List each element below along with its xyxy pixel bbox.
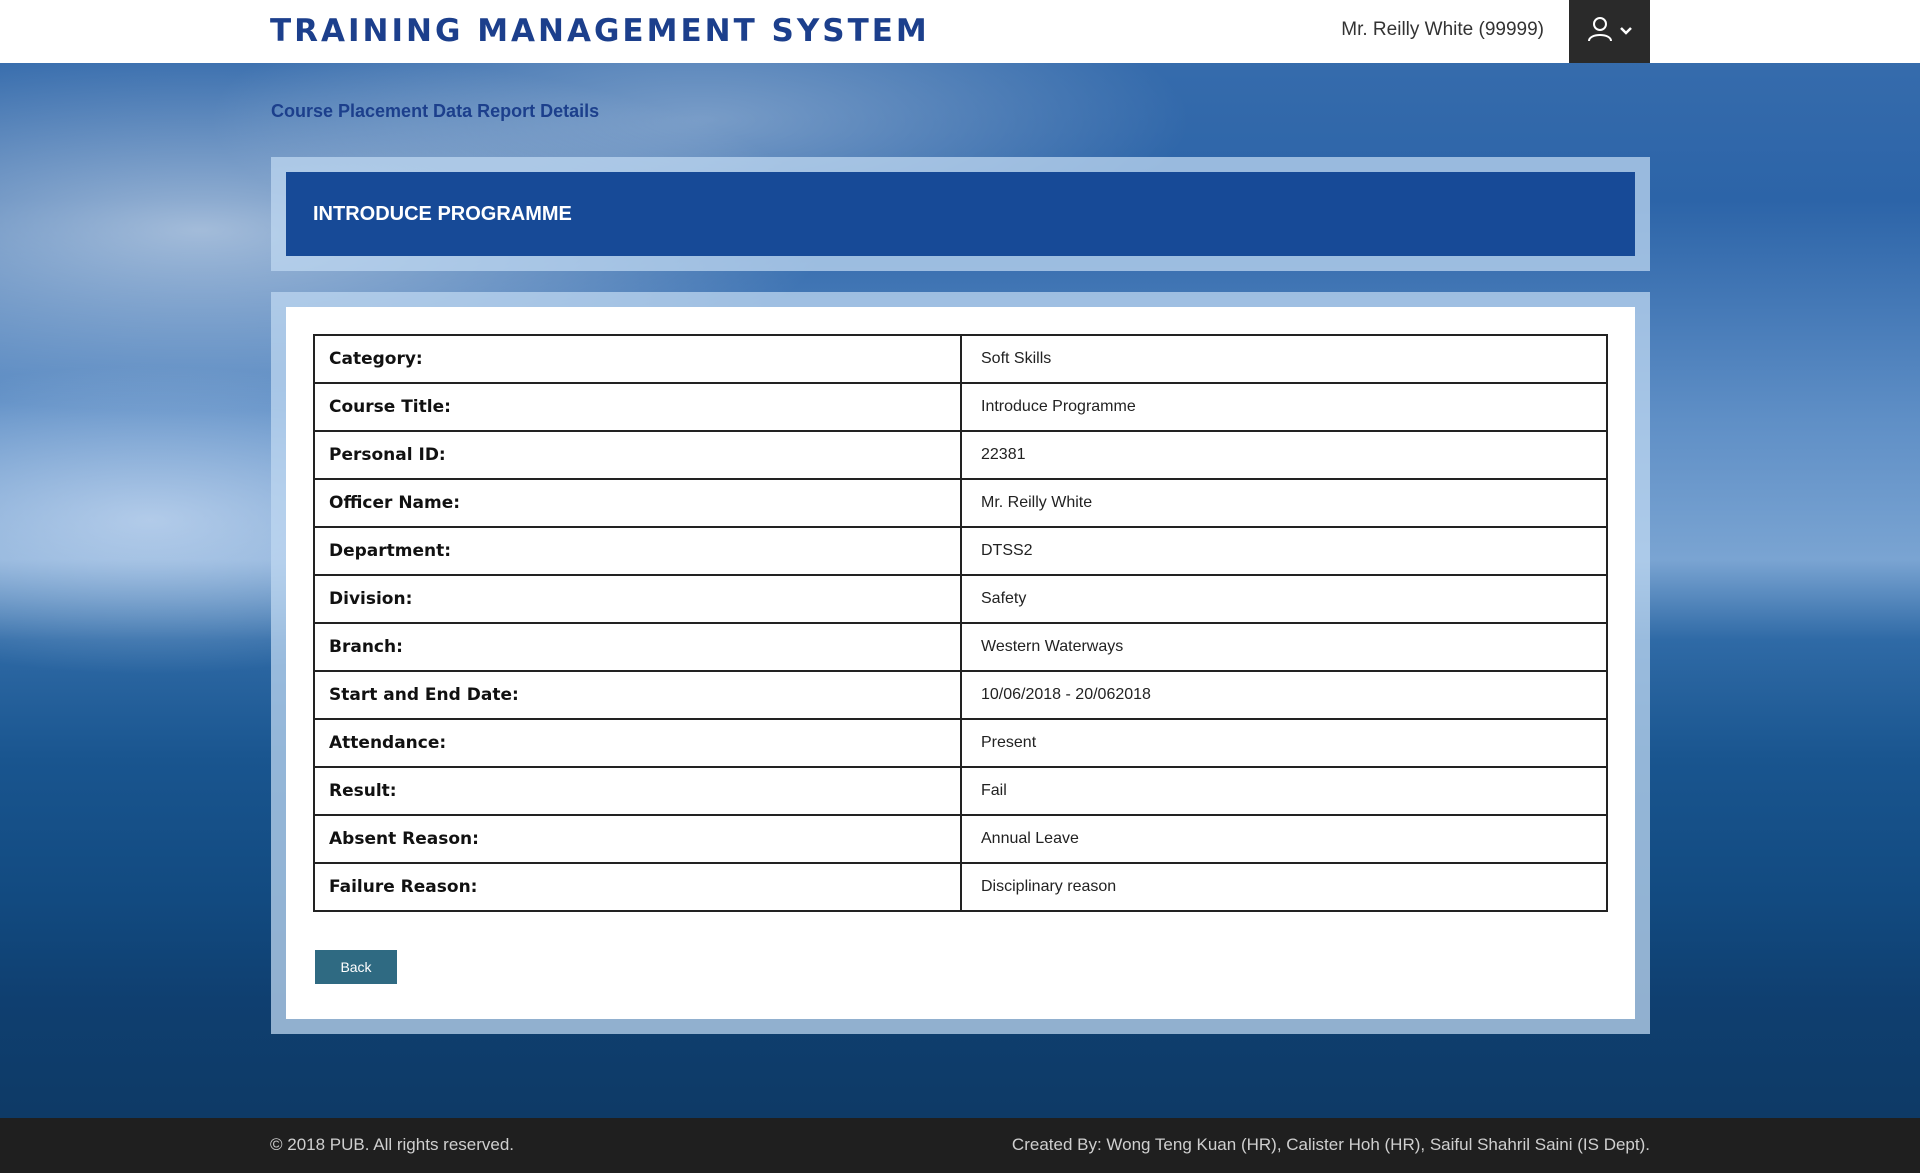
- table-row: Department: DTSS2: [313, 526, 1608, 576]
- table-row: Course Title: Introduce Programme: [313, 382, 1608, 432]
- footer: © 2018 PUB. All rights reserved. Created…: [0, 1118, 1920, 1173]
- footer-credits: Created By: Wong Teng Kuan (HR), Caliste…: [1011, 1135, 1650, 1154]
- detail-value: Fail: [960, 766, 1608, 816]
- detail-label: Course Title:: [313, 382, 962, 432]
- top-header: TRAINING MANAGEMENT SYSTEM Mr. Reilly Wh…: [0, 0, 1920, 63]
- table-row: Category: Soft Skills: [313, 334, 1608, 384]
- detail-label: Attendance:: [313, 718, 962, 768]
- table-row: Start and End Date: 10/06/2018 - 20/06201…: [313, 670, 1608, 720]
- detail-value: Present: [960, 718, 1608, 768]
- footer-copyright: © 2018 PUB. All rights reserved.: [270, 1135, 515, 1154]
- detail-label: Absent Reason:: [313, 814, 962, 864]
- user-icon: [1587, 16, 1613, 47]
- detail-value: DTSS2: [960, 526, 1608, 576]
- detail-label: Officer Name:: [313, 478, 962, 528]
- detail-value: Mr. Reilly White: [960, 478, 1608, 528]
- detail-value: Safety: [960, 574, 1608, 624]
- detail-value: Annual Leave: [960, 814, 1608, 864]
- detail-value: Introduce Programme: [960, 382, 1608, 432]
- table-row: Result: Fail: [313, 766, 1608, 816]
- detail-label: Failure Reason:: [313, 862, 962, 912]
- detail-value: Soft Skills: [960, 334, 1608, 384]
- details-panel-frame: Category: Soft Skills Course Title: Introdu…: [271, 292, 1650, 1034]
- detail-value: Disciplinary reason: [960, 862, 1608, 912]
- programme-title: INTRODUCE PROGRAMME: [286, 172, 1635, 256]
- details-table: Category: Soft Skills Course Title: Introdu…: [313, 334, 1608, 912]
- table-row: Division: Safety: [313, 574, 1608, 624]
- chevron-down-icon: [1619, 23, 1633, 41]
- detail-label: Result:: [313, 766, 962, 816]
- detail-label: Start and End Date:: [313, 670, 962, 720]
- detail-label: Personal ID:: [313, 430, 962, 480]
- table-row: Personal ID: 22381: [313, 430, 1608, 480]
- table-row: Officer Name: Mr. Reilly White: [313, 478, 1608, 528]
- back-button[interactable]: Back: [315, 950, 397, 984]
- table-row: Branch: Western Waterways: [313, 622, 1608, 672]
- detail-label: Category:: [313, 334, 962, 384]
- table-row: Attendance: Present: [313, 718, 1608, 768]
- page-title: Course Placement Data Report Details: [271, 101, 600, 121]
- programme-banner-frame: INTRODUCE PROGRAMME: [271, 157, 1650, 271]
- table-row: Absent Reason: Annual Leave: [313, 814, 1608, 864]
- user-display-name: Mr. Reilly White (99999): [1341, 19, 1544, 40]
- detail-value: Western Waterways: [960, 622, 1608, 672]
- details-panel: Category: Soft Skills Course Title: Introdu…: [286, 307, 1635, 1019]
- app-title: TRAINING MANAGEMENT SYSTEM: [270, 13, 930, 49]
- detail-label: Branch:: [313, 622, 962, 672]
- detail-value: 10/06/2018 - 20/062018: [960, 670, 1608, 720]
- detail-value: 22381: [960, 430, 1608, 480]
- detail-label: Department:: [313, 526, 962, 576]
- detail-label: Division:: [313, 574, 962, 624]
- user-menu-button[interactable]: [1569, 0, 1650, 63]
- table-row: Failure Reason: Disciplinary reason: [313, 862, 1608, 912]
